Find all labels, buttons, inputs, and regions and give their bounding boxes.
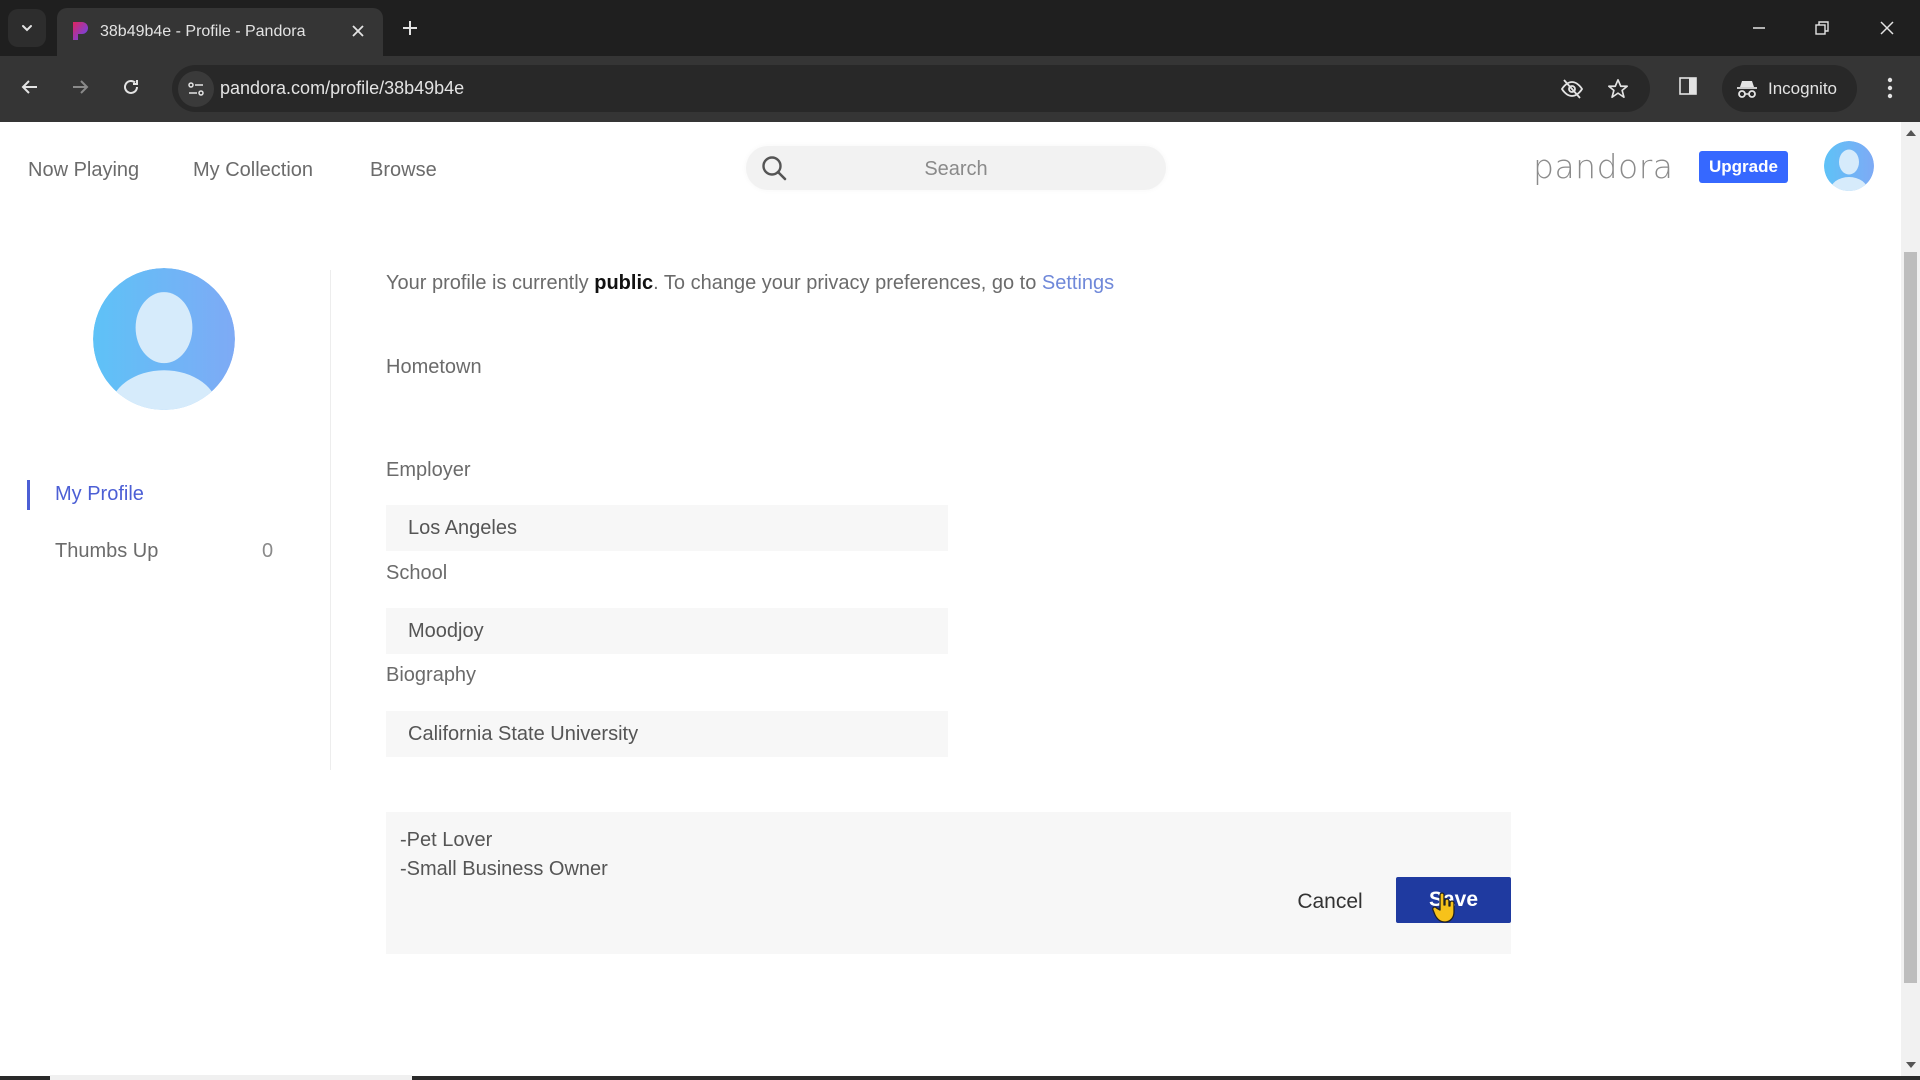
- sidebar-item-my-profile[interactable]: My Profile: [55, 483, 144, 506]
- side-panel-icon: [1679, 77, 1697, 95]
- nav-browse[interactable]: Browse: [370, 159, 437, 182]
- triangle-up-icon: [1905, 130, 1916, 136]
- pandora-page: Now Playing My Collection Browse Search …: [0, 122, 1901, 1076]
- arrow-right-icon: [73, 80, 89, 94]
- address-bar[interactable]: pandora.com/profile/38b49b4e: [172, 65, 1650, 112]
- hometown-field[interactable]: [386, 505, 948, 551]
- reload-icon: [124, 79, 138, 94]
- school-label: School: [386, 562, 448, 584]
- browser-menu-button[interactable]: [1874, 70, 1906, 106]
- pandora-logo[interactable]: pandora: [1533, 147, 1674, 186]
- nav-now-playing[interactable]: Now Playing: [28, 159, 139, 182]
- scrollbar-thumb[interactable]: [1904, 252, 1917, 983]
- close-icon: [352, 25, 364, 37]
- tab-close-button[interactable]: [347, 20, 369, 42]
- employer-field[interactable]: [386, 608, 948, 654]
- user-avatar-icon: [1824, 141, 1874, 191]
- page-scrollbar[interactable]: [1901, 122, 1920, 1076]
- minimize-button[interactable]: [1743, 12, 1775, 44]
- settings-link[interactable]: Settings: [1042, 272, 1114, 294]
- arrow-left-icon: [21, 80, 37, 94]
- scroll-down-button[interactable]: [1901, 1058, 1920, 1072]
- pandora-favicon-icon: [73, 22, 88, 40]
- privacy-notice: Your profile is currently public. To cha…: [386, 272, 1114, 295]
- privacy-status: public: [594, 272, 654, 294]
- search-placeholder: Search: [924, 158, 988, 180]
- eye-off-icon: [1560, 79, 1584, 99]
- star-icon: [1608, 79, 1628, 99]
- employer-label: Employer: [386, 459, 471, 481]
- plus-icon: [403, 21, 417, 35]
- incognito-icon: [1737, 80, 1757, 98]
- browser-tabstrip: 38b49b4e - Profile - Pandora: [0, 0, 1920, 56]
- incognito-button[interactable]: Incognito: [1722, 65, 1857, 112]
- incognito-label: Incognito: [1768, 78, 1837, 98]
- user-avatar-icon: [93, 268, 235, 410]
- biography-label: Biography: [386, 664, 477, 686]
- scroll-up-button[interactable]: [1901, 126, 1920, 140]
- user-avatar-button[interactable]: [1824, 141, 1874, 191]
- back-button[interactable]: [12, 69, 48, 105]
- restore-icon: [1815, 21, 1829, 35]
- school-field[interactable]: [386, 711, 948, 757]
- minimize-icon: [1753, 27, 1765, 29]
- active-indicator: [27, 480, 30, 510]
- nav-my-collection[interactable]: My Collection: [193, 159, 313, 182]
- bookmark-button[interactable]: [1604, 75, 1632, 103]
- site-info-button[interactable]: [178, 71, 214, 107]
- side-panel-button[interactable]: [1672, 70, 1704, 102]
- tune-icon: [188, 82, 204, 96]
- tab-title: 38b49b4e - Profile - Pandora: [100, 23, 306, 40]
- search-input[interactable]: Search: [746, 146, 1166, 190]
- restore-button[interactable]: [1806, 12, 1838, 44]
- privacy-middle: . To change your privacy preferences, go…: [653, 272, 1042, 294]
- reload-button[interactable]: [113, 69, 149, 105]
- browser-toolbar: pandora.com/profile/38b49b4e Incognito: [0, 56, 1920, 122]
- privacy-prefix: Your profile is currently: [386, 272, 595, 294]
- triangle-down-icon: [1905, 1062, 1916, 1068]
- profile-avatar: [93, 268, 235, 410]
- upgrade-button[interactable]: Upgrade: [1699, 151, 1788, 183]
- chevron-down-icon: [22, 25, 32, 32]
- browser-tab-active[interactable]: 38b49b4e - Profile - Pandora: [57, 8, 383, 56]
- close-window-button[interactable]: [1871, 12, 1903, 44]
- horizontal-scroll-thumb[interactable]: [50, 1075, 412, 1080]
- close-icon: [1880, 21, 1894, 35]
- hand-cursor-icon: [1432, 892, 1455, 923]
- forward-button[interactable]: [62, 69, 98, 105]
- tab-search-button[interactable]: [8, 9, 46, 47]
- more-vert-icon: [1887, 77, 1893, 99]
- hometown-label: Hometown: [386, 356, 482, 378]
- url-text[interactable]: pandora.com/profile/38b49b4e: [220, 78, 464, 99]
- sidebar-divider: [330, 270, 331, 770]
- thumbs-up-count: 0: [262, 540, 274, 562]
- cancel-button[interactable]: Cancel: [1290, 882, 1370, 922]
- sidebar-item-thumbs-up[interactable]: Thumbs Up: [55, 540, 158, 563]
- new-tab-button[interactable]: [396, 14, 424, 42]
- tracking-protection-button[interactable]: [1558, 75, 1586, 103]
